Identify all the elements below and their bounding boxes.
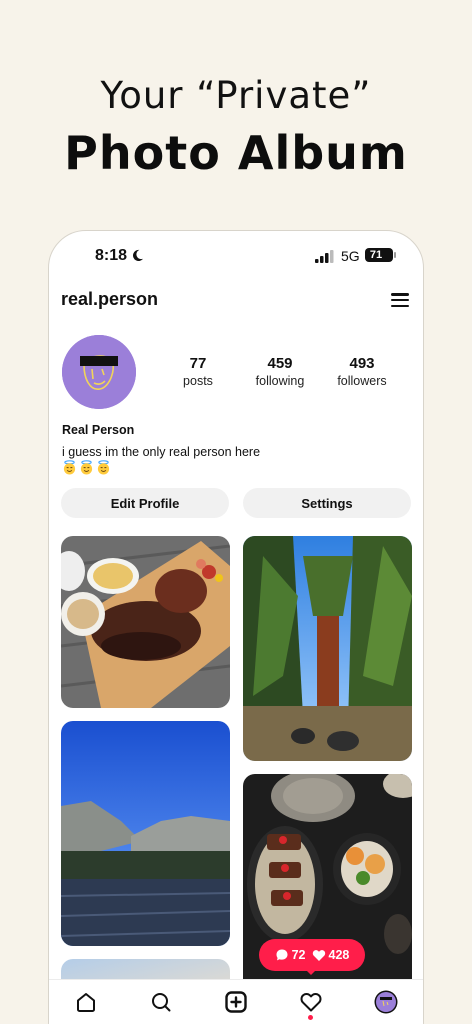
promo-headline-strong: Photo Album (64, 126, 408, 180)
bio-text: i guess im the only real person here (62, 445, 261, 459)
stat-value: 459 (267, 355, 293, 372)
activity-heart-icon[interactable] (299, 990, 323, 1014)
display-name: Real Person (62, 423, 135, 437)
username: real.person (61, 289, 159, 309)
profile-stats: 77 posts 459 following 493 followers (161, 355, 399, 388)
settings-button[interactable]: Settings (243, 488, 411, 518)
halo-emoji-icon (63, 460, 76, 475)
stat-label: followers (337, 374, 387, 388)
activity-notification-pill[interactable]: 72 428 (259, 939, 365, 971)
profile-tab-avatar[interactable] (374, 990, 398, 1014)
photo-sequoia-trees[interactable] (243, 536, 412, 761)
stat-followers[interactable]: 493 followers (325, 355, 399, 388)
phone-frame: 8:18 5G 71 real.person 77 posts 459 foll… (48, 230, 424, 1024)
halo-emoji-icon (97, 460, 110, 475)
create-post-icon[interactable] (224, 990, 248, 1014)
network-label: 5G (341, 248, 360, 264)
like-count-group: 428 (312, 948, 350, 962)
heart-icon (312, 949, 325, 961)
battery-tip (394, 252, 396, 258)
comment-count-group: 72 (275, 948, 306, 962)
moon-icon (133, 249, 144, 262)
battery-level: 71 (369, 249, 383, 261)
battery-icon: 71 (365, 248, 393, 262)
pill-pointer (305, 969, 317, 975)
status-bar: 8:18 5G 71 (49, 231, 423, 283)
home-icon[interactable] (74, 990, 98, 1014)
stat-label: posts (183, 374, 213, 388)
bio-emoji-row (62, 460, 111, 475)
stat-label: following (255, 374, 305, 388)
avatar[interactable] (62, 335, 136, 409)
stat-value: 77 (189, 355, 207, 372)
search-icon[interactable] (149, 990, 173, 1014)
promo-headline: Your “Private” (100, 74, 372, 117)
stat-following[interactable]: 459 following (243, 355, 317, 388)
like-count: 428 (328, 948, 350, 962)
photo-bbq-platter[interactable] (61, 536, 230, 708)
signal-icon (315, 250, 334, 263)
profile-header: real.person (61, 289, 411, 319)
edit-profile-button[interactable]: Edit Profile (61, 488, 229, 518)
stat-value: 493 (349, 355, 375, 372)
menu-icon[interactable] (391, 293, 409, 307)
halo-emoji-icon (80, 460, 93, 475)
comment-bubble-icon (276, 949, 288, 961)
comment-count: 72 (291, 948, 306, 962)
status-time: 8:18 (95, 247, 128, 264)
activity-notification-dot (308, 1015, 313, 1020)
photo-yosemite-valley[interactable] (61, 721, 230, 946)
stat-posts[interactable]: 77 posts (161, 355, 235, 388)
bottom-tab-bar (49, 979, 423, 1024)
